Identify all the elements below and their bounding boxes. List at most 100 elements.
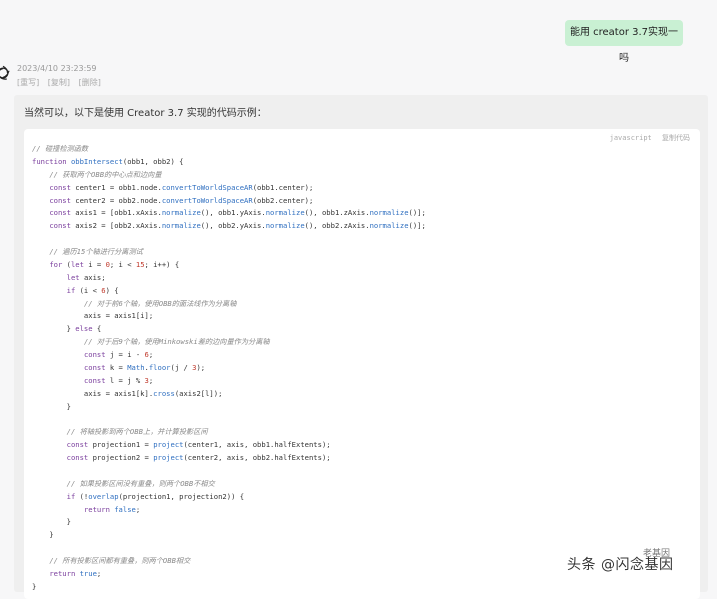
code-token: } [32, 517, 71, 527]
code-token: const [66, 453, 93, 462]
code-token: normalize [265, 221, 305, 231]
code-line: const projection1 = project(center1, axi… [32, 440, 331, 449]
code-token: axis1 = [obb1.xAxis. [75, 208, 162, 218]
code-token: (), obb2.yAxis. [200, 221, 266, 231]
code-token: projection1 = [92, 440, 154, 450]
code-token: (obb2.center); [252, 195, 314, 205]
code-token: false [114, 504, 136, 514]
code-token: if [66, 285, 80, 295]
code-token: (! [79, 491, 89, 501]
code-line: } [32, 402, 71, 411]
code-token: { [96, 324, 102, 334]
chatgpt-logo-icon [0, 65, 10, 80]
code-token: // 获取两个OBB的中心点和边向量 [49, 169, 162, 179]
copy-code-button[interactable]: 复制代码 [662, 134, 690, 142]
code-token: (obb1.center); [252, 182, 314, 192]
code-token: ; [148, 350, 154, 359]
code-token: const [49, 182, 76, 192]
code-line: const k = Math.floor(j / 3); [32, 363, 205, 372]
code-token: ); [196, 362, 206, 372]
code-token: (center2, axis, obb2.halfExtents); [183, 453, 331, 462]
code-token: return [83, 504, 115, 514]
code-token: ; [148, 375, 154, 385]
code-token: let [70, 259, 89, 269]
code-token: ) { [105, 285, 119, 295]
code-token: center1 = obb1.node. [75, 182, 162, 192]
code-token: ; i < [109, 259, 136, 269]
code-line: // 所有投影区间都有重叠，则两个OBB相交 [32, 556, 190, 565]
code-line: // 如果投影区间没有重叠，则两个OBB不相交 [32, 479, 215, 488]
code-token: (), obb1.zAxis. [304, 208, 370, 218]
assistant-reply: 当然可以，以下是使用 Creator 3.7 实现的代码示例： javascri… [14, 95, 708, 599]
code-token: (projection1, projection2)) { [118, 491, 245, 501]
code-token: convertToWorldSpaceAR [161, 195, 253, 205]
code-line: } [32, 582, 36, 591]
code-token: floor [148, 362, 171, 372]
reply-actions: [重写] [复制] [删除] [17, 77, 107, 88]
code-token: function [32, 156, 71, 166]
code-token: } [32, 401, 71, 411]
code-line: // 获取两个OBB的中心点和边向量 [32, 169, 162, 179]
code-line: const axis2 = [obb2.xAxis.normalize(), o… [32, 221, 426, 230]
delete-button[interactable]: [删除] [79, 78, 101, 87]
code-line: const axis1 = [obb1.xAxis.normalize(), o… [32, 208, 426, 217]
code-token: const [49, 221, 76, 231]
code-token: (j / [170, 362, 193, 372]
code-language-label: javascript [609, 134, 652, 142]
code-token: ()]; [408, 221, 426, 231]
code-token: if [66, 491, 80, 501]
code-token: normalize [369, 221, 409, 231]
code-token: projection2 = [92, 453, 154, 462]
code-token: normalize [369, 208, 409, 218]
rewrite-button[interactable]: [重写] [17, 78, 39, 87]
code-token: const [66, 440, 93, 450]
reply-timestamp: 2023/4/10 23:23:59 [17, 64, 97, 73]
code-token: axis; [83, 272, 106, 282]
code-token: // 遍历15个轴进行分离测试 [49, 247, 143, 256]
code-token: ()]; [408, 208, 426, 218]
copy-button[interactable]: [复制] [48, 78, 70, 87]
code-token: // 所有投影区间都有重叠，则两个OBB相交 [49, 556, 191, 565]
code-token: (i < [79, 285, 102, 295]
code-line: const projection2 = project(center2, axi… [32, 453, 331, 462]
code-token: (axis2[l]); [174, 388, 223, 398]
code-token: // 如果投影区间没有重叠，则两个OBB不相交 [66, 478, 215, 488]
code-token: } [32, 530, 54, 540]
code-token: (obb1, obb2) { [122, 156, 184, 166]
code-header: javascript 复制代码 [604, 133, 690, 143]
code-token: obbIntersect [70, 156, 123, 166]
code-line: function obbIntersect(obb1, obb2) { [32, 157, 183, 166]
code-line: // 对于前6个轴，使用OBB的面法线作为分离轴 [32, 299, 236, 308]
code-line: const j = i - 6; [32, 350, 153, 359]
code-token: // 碰撞检测函数 [32, 144, 89, 153]
code-token: normalize [265, 208, 305, 218]
code-token: axis2 = [obb2.xAxis. [75, 221, 162, 231]
code-token: k = [109, 362, 128, 372]
code-token: true [79, 568, 97, 578]
code-line: // 将轴投影到两个OBB上，并计算投影区间 [32, 427, 208, 436]
code-token: normalize [161, 208, 201, 218]
code-token: } [32, 581, 37, 591]
code-token: return [49, 568, 80, 578]
code-token: const [83, 375, 110, 385]
code-line: let axis; [32, 273, 106, 282]
code-token: ; [96, 568, 102, 578]
code-line: return true; [32, 569, 101, 578]
code-line: } [32, 517, 71, 526]
code-token: (center1, axis, obb1.halfExtents); [183, 440, 331, 450]
code-token: center2 = obb2.node. [75, 195, 162, 205]
watermark: 头条 @闪念基因 [567, 557, 674, 573]
code-line: } [32, 530, 54, 540]
code-line: if (!overlap(projection1, projection2)) … [32, 492, 244, 501]
